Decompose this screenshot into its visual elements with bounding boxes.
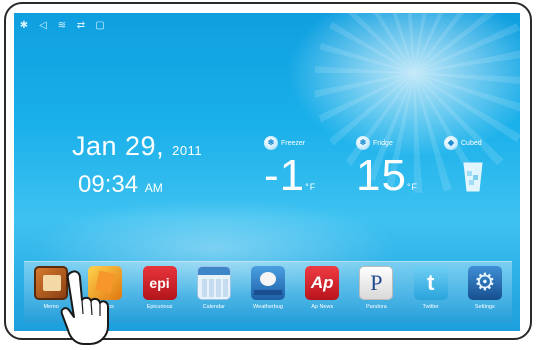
fridge-icon: ❄ [356, 136, 370, 150]
memo-label: Memo [43, 304, 59, 310]
pointing-hand-icon [60, 270, 109, 345]
freezer-unit: °F [305, 182, 317, 192]
app-pandora[interactable]: P Pandora [354, 266, 398, 310]
ap-news-label: Ap News [311, 304, 334, 310]
freezer-temp: -1 [264, 151, 306, 200]
app-calendar[interactable]: Calendar [192, 266, 236, 310]
status-bar: ✱ ◁ ≋ ⇄ ▢ [18, 19, 138, 33]
date-display: Jan 29, 2011 [72, 131, 202, 162]
weatherbug-icon[interactable] [250, 266, 285, 300]
app-ap-news[interactable]: Ap Ap News [300, 266, 344, 310]
cubed-label: Cubed [461, 139, 482, 147]
fridge-unit: °F [406, 182, 419, 192]
ap-news-icon[interactable]: Ap [305, 266, 340, 300]
ice-cup-icon[interactable] [461, 159, 485, 193]
fridge-zone[interactable]: ❄ Fridge 15°F [356, 136, 418, 209]
settings-icon[interactable]: ⚙ [467, 266, 502, 300]
calendar-label: Calendar [202, 304, 225, 310]
twitter-icon[interactable]: t [413, 266, 448, 300]
app-settings[interactable]: ⚙ Settings [463, 266, 507, 310]
twitter-label: Twitter [422, 304, 439, 310]
epicurious-icon[interactable]: epi [142, 266, 177, 300]
ice-icon: ◆ [444, 136, 458, 150]
date-text: Jan 29, [72, 131, 165, 161]
app-weatherbug[interactable]: Weatherbug [246, 266, 290, 310]
fridge-temp: 15 [356, 151, 407, 200]
settings-label: Settings [474, 304, 495, 310]
sd-card-icon: ▢ [95, 20, 105, 31]
freezer-label: Freezer [281, 139, 306, 147]
calendar-icon[interactable] [196, 266, 231, 300]
year-text: 2011 [172, 143, 203, 158]
app-epicurious[interactable]: epi Epicurious [138, 266, 182, 310]
weatherbug-label: Weatherbug [253, 304, 283, 310]
freezer-icon: ❄ [264, 136, 278, 150]
pandora-label: Pandora [366, 304, 387, 310]
time-display: 09:34 AM [78, 171, 163, 199]
fridge-label: Fridge [373, 139, 393, 147]
time-text: 09:34 [78, 171, 139, 198]
speaker-icon: ◁ [39, 20, 47, 31]
app-twitter[interactable]: t Twitter [409, 266, 453, 310]
network-icon: ⇄ [76, 20, 86, 31]
bluetooth-icon: ✱ [19, 20, 29, 31]
epicurious-label: Epicurious [146, 304, 173, 310]
wifi-icon: ≋ [57, 20, 67, 31]
freezer-zone[interactable]: ❄ Freezer -1°F [264, 136, 316, 209]
pandora-icon[interactable]: P [359, 266, 394, 300]
cubed-zone[interactable]: ◆ Cubed [444, 136, 482, 150]
ampm-text: AM [144, 181, 163, 195]
